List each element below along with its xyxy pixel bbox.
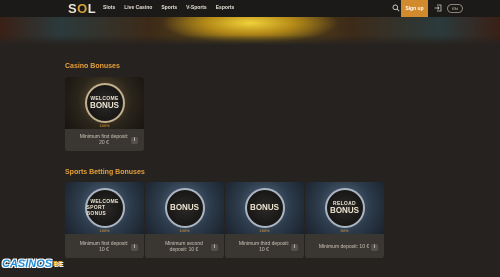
language-selector[interactable]: EN [447, 4, 463, 13]
search-icon[interactable] [391, 4, 400, 13]
site-logo[interactable]: SOL [68, 1, 96, 16]
bonus-info: Minimum first deposit: 20 € i [65, 129, 144, 151]
bonus-badge: RELOAD BONUS [324, 188, 365, 228]
bonus-percent: 50% [340, 228, 349, 233]
nav-sports[interactable]: Sports [161, 5, 177, 11]
info-icon[interactable]: i [291, 243, 298, 251]
bonus-card[interactable]: WELCOME BONUS 150% Minimum first deposit… [65, 77, 144, 151]
nav-v-sports[interactable]: V-Sports [186, 5, 207, 11]
bonus-description: Minimum third deposit: 10 € [238, 241, 290, 253]
bonus-percent: 150% [99, 228, 110, 233]
bonus-info: Minimum third deposit: 10 € i [225, 236, 304, 258]
bonus-card[interactable]: WELCOME SPORT BONUS 150% Minimum first d… [65, 182, 144, 258]
bonus-badge: WELCOME SPORT BONUS [84, 188, 125, 228]
bonus-image: RELOAD BONUS 50% [305, 182, 384, 234]
bonus-info: Minimum deposit: 10 € i [305, 236, 384, 258]
info-icon[interactable]: i [211, 243, 218, 251]
bonus-percent: 100% [179, 228, 190, 233]
watermark-logo: CASINOS BE [2, 258, 63, 270]
bonus-image: BONUS 100% [145, 182, 224, 234]
info-icon[interactable]: i [131, 243, 138, 251]
info-icon[interactable]: i [371, 243, 378, 251]
nav-live-casino[interactable]: Live Casino [124, 5, 152, 11]
bonus-card[interactable]: BONUS 150% Minimum third deposit: 10 € i [225, 182, 304, 258]
nav-esports[interactable]: Esports [216, 5, 235, 11]
bonus-card[interactable]: RELOAD BONUS 50% Minimum deposit: 10 € i [305, 182, 384, 258]
bonus-image: BONUS 150% [225, 182, 304, 234]
bonus-image: WELCOME BONUS 150% [65, 77, 144, 129]
top-bar: SOL Slots Live Casino Sports V-Sports Es… [0, 0, 500, 17]
info-icon[interactable]: i [131, 136, 138, 144]
bonus-badge: BONUS [244, 188, 285, 228]
hero-banner [0, 17, 500, 45]
bonus-description: Minimum deposit: 10 € [318, 244, 370, 250]
nav-slots[interactable]: Slots [103, 5, 115, 11]
bonus-description: Minimum first deposit: 10 € [79, 241, 129, 253]
bonus-badge: WELCOME BONUS [84, 83, 125, 123]
signup-button[interactable]: Sign up [401, 0, 428, 17]
bonus-info: Minimum first deposit: 10 € i [65, 236, 144, 258]
casino-bonuses-title: Casino Bonuses [65, 63, 120, 70]
bonus-card[interactable]: BONUS 100% Minimum second deposit: 10 € … [145, 182, 224, 258]
main-nav: Slots Live Casino Sports V-Sports Esport… [103, 5, 234, 11]
bonus-description: Minimum second deposit: 10 € [165, 241, 203, 253]
bonus-percent: 150% [99, 123, 110, 128]
bonus-description: Minimum first deposit: 20 € [79, 134, 129, 146]
login-icon[interactable] [433, 4, 442, 13]
bonus-badge: BONUS [164, 188, 205, 228]
sports-bonuses-title: Sports Betting Bonuses [65, 169, 145, 176]
bonus-percent: 150% [259, 228, 270, 233]
bonus-image: WELCOME SPORT BONUS 150% [65, 182, 144, 234]
bonus-info: Minimum second deposit: 10 € i [145, 236, 224, 258]
